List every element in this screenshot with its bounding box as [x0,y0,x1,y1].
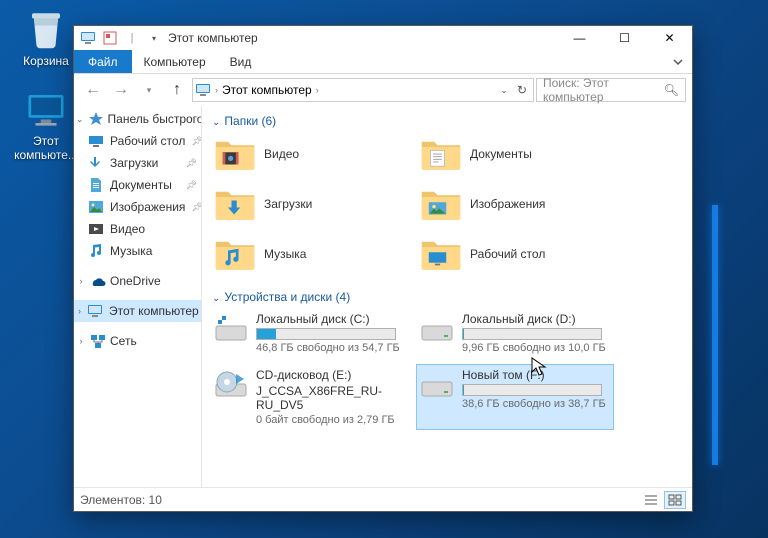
folder-icon [420,186,462,222]
document-icon [88,177,104,193]
recycle-bin-icon [25,8,67,50]
pin-icon: 📌︎ [191,136,202,147]
content-pane: ⌄Папки (6) Видео Документы Загрузки Изоб… [202,106,692,487]
breadcrumb-pc-icon [195,82,211,98]
qat-this-pc-icon[interactable] [78,28,98,48]
folder-music[interactable]: Музыка [210,232,408,276]
drive-icon [214,312,248,346]
search-input[interactable]: Поиск: Этот компьютер 🔍︎ [536,78,686,102]
drive-e[interactable]: CD-дисковод (E:) J_CCSA_X86FRE_RU-RU_DV5… [210,364,408,430]
pin-icon: 📌︎ [186,158,197,169]
folder-desktop[interactable]: Рабочий стол [416,232,614,276]
onedrive-icon [90,273,106,289]
star-icon [88,111,104,127]
tab-computer[interactable]: Компьютер [132,50,218,73]
pin-icon: 📌︎ [191,202,202,213]
group-folders-header[interactable]: ⌄Папки (6) [210,110,684,132]
titlebar[interactable]: | ▾ Этот компьютер ― ☐ ✕ [74,26,692,50]
drive-icon [420,368,454,402]
qat-dropdown[interactable]: ▾ [144,28,164,48]
nav-quick-access[interactable]: ⌄ Панель быстрого дос [74,108,201,130]
folder-icon [214,236,256,272]
back-button[interactable]: ← [80,78,106,102]
breadcrumb[interactable]: › Этот компьютер › ⌄ ↻ [192,78,534,102]
video-icon [88,221,104,237]
nav-this-pc[interactable]: ›Этот компьютер [74,300,201,322]
status-text: Элементов: 10 [80,493,162,507]
breadcrumb-dropdown[interactable]: ⌄ [495,85,513,96]
window-title: Этот компьютер [168,31,258,45]
nav-network[interactable]: ›Сеть [74,330,201,352]
download-icon [88,155,104,171]
drive-bar [462,384,602,396]
dock-hint [712,205,718,465]
music-icon [88,243,104,259]
recent-dropdown[interactable]: ▾ [136,78,162,102]
qat-separator: | [122,28,142,48]
pin-icon: 📌︎ [186,180,197,191]
view-tiles-button[interactable] [664,491,686,509]
picture-icon [88,199,104,215]
folder-icon [420,236,462,272]
nav-item-downloads[interactable]: Загрузки📌︎ [74,152,201,174]
nav-item-music[interactable]: Музыка [74,240,201,262]
folder-icon [420,136,462,172]
dvd-drive-icon [214,368,248,402]
maximize-button[interactable]: ☐ [602,26,647,50]
drive-d[interactable]: Локальный диск (D:) 9,96 ГБ свободно из … [416,308,614,358]
search-placeholder: Поиск: Этот компьютер [543,76,658,104]
minimize-button[interactable]: ― [557,26,602,50]
folder-pictures[interactable]: Изображения [416,182,614,226]
group-drives-header[interactable]: ⌄Устройства и диски (4) [210,286,684,308]
folder-videos[interactable]: Видео [210,132,408,176]
address-bar: ← → ▾ ↑ › Этот компьютер › ⌄ ↻ Поиск: Эт… [74,74,692,106]
ribbon-tabs: Файл Компьютер Вид [74,50,692,74]
drive-c[interactable]: Локальный диск (C:) 46,8 ГБ свободно из … [210,308,408,358]
nav-item-pictures[interactable]: Изображения📌︎ [74,196,201,218]
breadcrumb-loc[interactable]: Этот компьютер [222,83,312,97]
tab-view[interactable]: Вид [218,50,264,73]
explorer-window: | ▾ Этот компьютер ― ☐ ✕ Файл Компьютер … [73,25,693,512]
ribbon-expand[interactable] [664,50,692,73]
up-button[interactable]: ↑ [164,78,190,102]
drive-f[interactable]: Новый том (F:) 38,6 ГБ свободно из 38,7 … [416,364,614,430]
breadcrumb-refresh[interactable]: ↻ [513,83,531,97]
folder-icon [214,136,256,172]
forward-button[interactable]: → [108,78,134,102]
drive-icon [420,312,454,346]
folder-documents[interactable]: Документы [416,132,614,176]
network-icon [90,333,106,349]
desktop-icon [88,133,104,149]
status-bar: Элементов: 10 [74,487,692,511]
nav-item-videos[interactable]: Видео [74,218,201,240]
this-pc-icon [25,88,67,130]
nav-item-desktop[interactable]: Рабочий стол📌︎ [74,130,201,152]
folder-downloads[interactable]: Загрузки [210,182,408,226]
nav-onedrive[interactable]: ›OneDrive [74,270,201,292]
drive-bar [256,328,396,340]
nav-item-documents[interactable]: Документы📌︎ [74,174,201,196]
search-icon[interactable]: 🔍︎ [664,83,679,97]
view-details-button[interactable] [640,491,662,509]
drive-bar [462,328,602,340]
folder-icon [214,186,256,222]
this-pc-small-icon [87,303,103,319]
nav-pane: ⌄ Панель быстрого дос Рабочий стол📌︎ Заг… [74,106,202,487]
close-button[interactable]: ✕ [647,26,692,50]
qat-properties-icon[interactable] [100,28,120,48]
tab-file[interactable]: Файл [74,50,132,73]
